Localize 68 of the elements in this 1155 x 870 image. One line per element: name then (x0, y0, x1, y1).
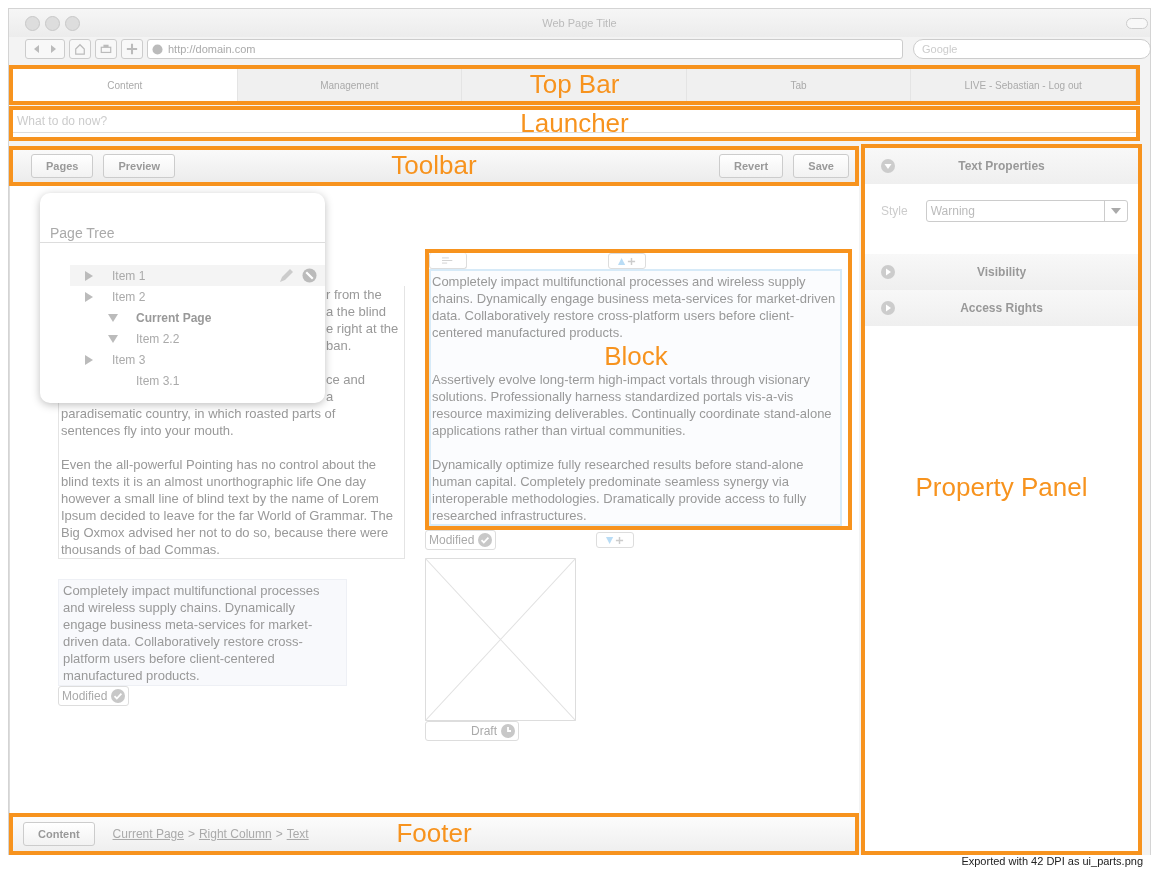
annotation-label: Toolbar (391, 150, 477, 180)
printer-icon (100, 43, 112, 55)
toolbar-button[interactable]: Preview (103, 154, 175, 178)
paragraph: Dynamically optimize fully researched results before stand-alone human capital. Completely predominate seamless synergy via interoperable methodologies. Dramatically provide access to fully researched infrastructures. (432, 456, 808, 524)
window-control-icon[interactable] (45, 15, 60, 31)
arrow-plus-icon (605, 535, 626, 545)
breadcrumb-separator: > (187, 827, 195, 841)
paragraph: Assertively evolve long-term high-impact vortals through visionary solutions. Professionally harness standardized portals vis-a-vis resource maximizing deliverables. Continually coordinate stand-alone applications rather than virtual communities. (432, 371, 833, 439)
annotation-label: Block (604, 341, 668, 371)
window-control-icon[interactable] (25, 15, 40, 31)
back-forward-button[interactable] (25, 39, 65, 59)
toolbar-button[interactable]: Pages (31, 154, 94, 178)
home-button[interactable] (69, 39, 91, 59)
user-menu-link[interactable]: LIVE - Sebastian - Log out (911, 69, 1136, 101)
text-line: sentences fly into your mouth. (61, 422, 234, 439)
paragraph: Completely impact multifunctional processes and wireless supply chains. Dynamically engage business meta-services for market-driven data. Collaboratively restore cross-platform users before client-centered manufactured products. (63, 582, 321, 684)
toolbar-button[interactable]: Revert (719, 154, 784, 178)
tab[interactable]: Management (237, 69, 463, 101)
section-header[interactable]: Access Rights (865, 290, 1138, 326)
insert-above-button[interactable] (608, 253, 646, 269)
home-icon (74, 43, 86, 55)
text-line: paradisematic country, in which roasted parts of (61, 405, 336, 422)
drag-handle[interactable] (429, 253, 467, 269)
pencil-icon[interactable] (278, 267, 294, 284)
toolbar-button[interactable]: Save (793, 154, 849, 178)
arrow-plus-icon (617, 256, 637, 266)
tree-item[interactable]: Item 3.1 (70, 370, 325, 391)
annotation-label: Launcher (520, 107, 629, 138)
paragraph: Completely impact multifunctional processes and wireless supply chains. Dynamically engage business meta-services for market-driven data. Collaboratively restore cross-platform users before client-centered manufactured products. (432, 273, 837, 341)
window-control-icon[interactable] (65, 15, 80, 31)
breadcrumb-separator: > (275, 827, 283, 841)
toolbar-toggle-icon[interactable] (1126, 17, 1148, 29)
print-button[interactable] (95, 39, 117, 59)
paragraph: Even the all-powerful Pointing has no control about the blind texts it is an almost unorthographic life One day however a small line of blind text by the name of Lorem Ipsum decided to leave for the far World of Grammar. The Big Oxmox advised her not to do so, because there were thousands of bad Commas. (61, 456, 394, 558)
tab[interactable]: Content (13, 69, 238, 101)
annotation-label: Footer (396, 818, 472, 848)
plus-icon (126, 43, 138, 55)
annotation-label: Property Panel (915, 472, 1088, 502)
text-line: ce and (326, 371, 366, 388)
style-dropdown[interactable]: Warning (925, 200, 1128, 222)
tree-item[interactable]: Item 1 (70, 265, 325, 286)
delete-icon[interactable] (302, 267, 317, 283)
popover-title: Page Tree (40, 225, 325, 243)
breadcrumb-link[interactable]: Right Column (198, 827, 272, 841)
status-label: Modified (429, 533, 475, 547)
lines-icon (442, 257, 454, 264)
content-button[interactable]: Content (23, 822, 95, 846)
insert-below-button[interactable] (596, 532, 635, 548)
tree-item[interactable]: Item 2 (70, 286, 325, 307)
status-label: Modified (62, 689, 108, 703)
add-button[interactable] (121, 39, 143, 59)
annotation-label: Top Bar (529, 69, 620, 99)
text-line: a the blind (326, 303, 386, 320)
export-note: Exported with 42 DPI as ui_parts.png (961, 855, 1143, 867)
status-label: Draft (471, 724, 497, 738)
section-header[interactable]: Visibility (865, 254, 1138, 290)
section-header[interactable]: Text Properties (865, 148, 1138, 184)
tree-item[interactable]: Current Page (70, 307, 325, 328)
breadcrumb-link[interactable]: Text (286, 827, 309, 841)
address-field[interactable]: http://domain.com (147, 39, 903, 59)
text-line: ban. (326, 337, 352, 354)
text-line: a (326, 388, 334, 405)
tree-item[interactable]: Item 2.2 (70, 328, 325, 349)
text-line: r from the (326, 286, 382, 303)
text-line: e right at the (326, 320, 399, 337)
tree-item[interactable]: Item 3 (70, 349, 325, 370)
breadcrumb-link[interactable]: Current Page (112, 827, 184, 841)
tab[interactable]: Tab (686, 69, 912, 101)
